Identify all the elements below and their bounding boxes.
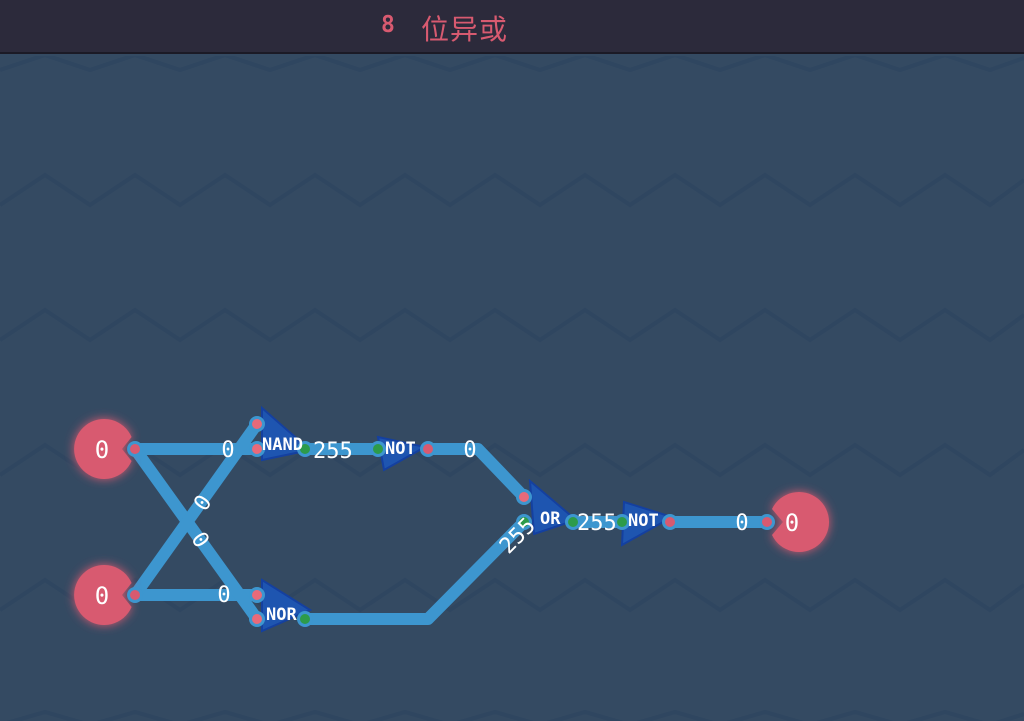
level-number: 8 xyxy=(381,12,395,38)
input-a-value: 0 xyxy=(95,436,109,464)
output-value: 0 xyxy=(785,509,799,537)
wire-value-not-to-or: 0 xyxy=(463,438,476,463)
wire-value-a-to-nand: 0 xyxy=(221,438,234,463)
game-screen: 8 位异或 0 0 0 NAND NOT NOR OR NOT 0 0 0 0 … xyxy=(0,0,1024,721)
input-pin-b[interactable]: 0 xyxy=(74,565,143,625)
input-b-connector-dot xyxy=(130,590,140,600)
gate-not-1-label: NOT xyxy=(385,439,416,459)
gate-not-1[interactable]: NOT xyxy=(370,435,436,472)
wire-value-or-to-not: 255 xyxy=(577,511,617,536)
input-a-connector-dot xyxy=(130,444,140,454)
wire-value-b-to-nor: 0 xyxy=(217,583,230,608)
wire-nor-to-or[interactable] xyxy=(305,517,529,625)
level-title: 位异或 xyxy=(421,13,509,46)
input-b-value: 0 xyxy=(95,582,109,610)
output-connector-dot xyxy=(762,517,772,527)
output-pin[interactable]: 0 xyxy=(759,492,830,553)
input-pin-a[interactable]: 0 xyxy=(74,418,143,480)
gate-nor-label: NOR xyxy=(266,605,297,625)
circuit-board[interactable]: 0 0 0 NAND NOT NOR OR NOT 0 0 0 0 255 0 … xyxy=(0,56,1024,721)
gate-not-2[interactable]: NOT xyxy=(614,500,678,547)
gate-or-label: OR xyxy=(540,509,561,529)
wire-value-not-to-output: 0 xyxy=(735,511,748,536)
gate-nand-label: NAND xyxy=(262,435,303,455)
gate-not-2-label: NOT xyxy=(628,511,659,531)
wire-value-nand-to-not: 255 xyxy=(313,439,353,464)
background-pattern xyxy=(0,56,1024,721)
gate-nand[interactable]: NAND xyxy=(249,405,313,462)
title-bar: 8 位异或 xyxy=(0,0,1024,54)
